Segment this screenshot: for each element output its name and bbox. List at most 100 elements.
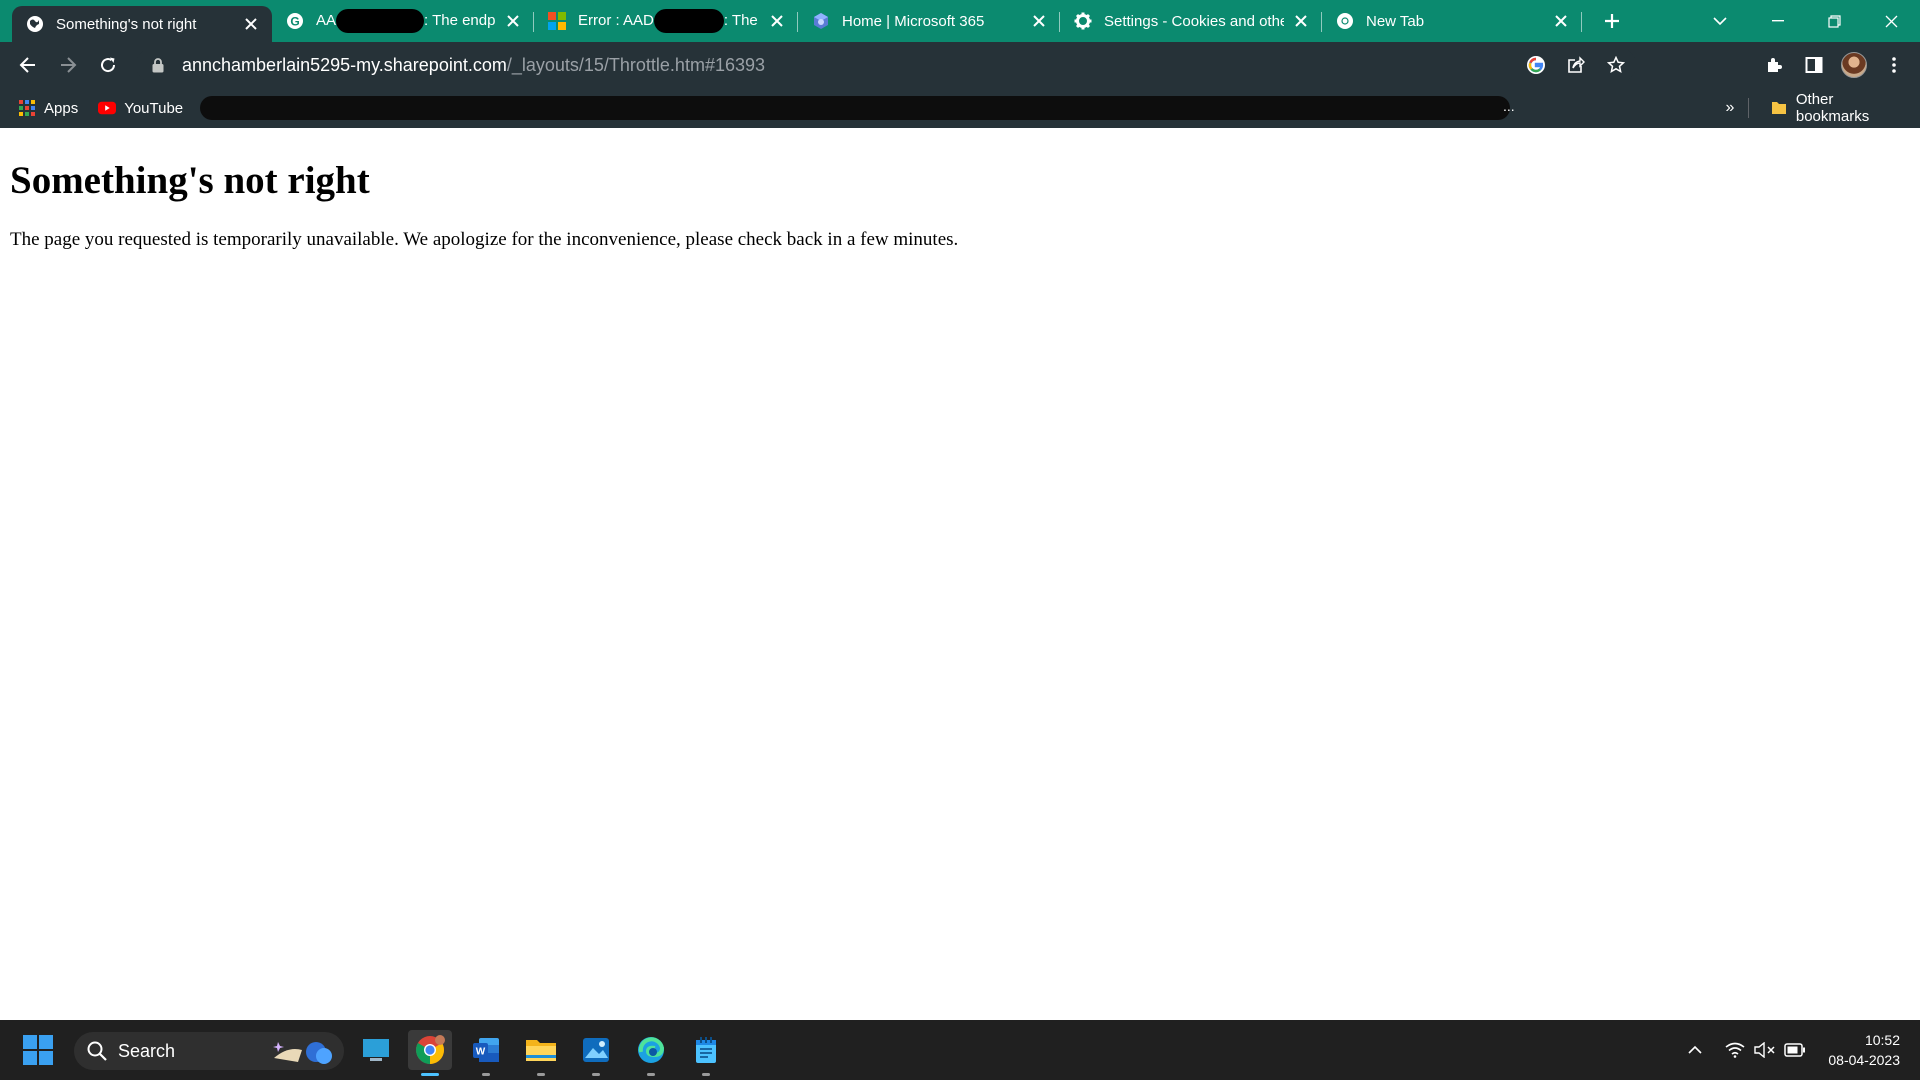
extensions-button[interactable] (1754, 42, 1794, 88)
menu-button[interactable] (1874, 42, 1914, 88)
tab-title: Home | Microsoft 365 (842, 12, 985, 30)
close-icon[interactable] (1292, 12, 1310, 30)
chevron-down-icon (1713, 17, 1727, 26)
share-button[interactable] (1556, 47, 1596, 83)
bookmark-apps[interactable]: Apps (0, 88, 88, 128)
reload-button[interactable] (88, 45, 128, 85)
tab-title-suffix: : The (723, 11, 758, 29)
kebab-menu-icon (1892, 57, 1896, 73)
clock-date: 08-04-2023 (1828, 1052, 1900, 1068)
taskbar-edge[interactable] (629, 1030, 673, 1076)
close-window-button[interactable] (1863, 0, 1920, 42)
redacted-bookmarks (200, 96, 1510, 120)
edge-icon (638, 1037, 665, 1063)
bookmark-label: Apps (44, 99, 79, 117)
restore-icon (1828, 14, 1841, 28)
taskbar-photos[interactable] (574, 1030, 618, 1076)
error-message: The page you requested is temporarily un… (10, 229, 959, 250)
taskbar-chrome[interactable] (408, 1030, 452, 1076)
apps-grid-icon (18, 99, 36, 117)
bookmark-label: YouTube (124, 99, 184, 117)
redaction-mark (336, 9, 425, 33)
side-panel-button[interactable] (1794, 42, 1834, 88)
url-text[interactable]: annchamberlain5295-my.sharepoint.com/_la… (182, 55, 765, 76)
tab-error-aad[interactable]: Error : AAD: The (534, 0, 798, 42)
taskbar: Search W 10:52 08-04-2023 (0, 1020, 1920, 1080)
profile-button[interactable] (1834, 42, 1874, 88)
google-lens-button[interactable] (1516, 47, 1556, 83)
chevron-up-icon (1688, 1045, 1702, 1054)
close-icon[interactable] (242, 15, 260, 33)
tab-home-microsoft-365[interactable]: Home | Microsoft 365 (798, 0, 1060, 42)
taskbar-file-explorer[interactable] (519, 1030, 563, 1076)
side-panel-icon (1805, 57, 1823, 73)
url-path: /_layouts/15/Throttle.htm#16393 (506, 54, 766, 75)
start-button[interactable] (18, 1030, 58, 1070)
show-hidden-icons-button[interactable] (1680, 1035, 1710, 1065)
bookmark-label: Other bookmarks (1795, 91, 1870, 125)
redaction-mark (653, 9, 724, 33)
svg-text:G: G (290, 15, 299, 29)
arrow-left-icon (19, 57, 35, 73)
tab-aad-endpoint[interactable]: G AA: The endpo (272, 0, 534, 42)
puzzle-icon (1768, 58, 1782, 72)
bookmarks-divider (1748, 98, 1749, 118)
tab-title: Something's not right (56, 15, 197, 33)
running-indicator (482, 1073, 490, 1076)
chrome-icon (416, 1035, 445, 1064)
close-icon[interactable] (1552, 12, 1570, 30)
toolbar-actions (1754, 42, 1920, 88)
tab-title: Settings - Cookies and othe (1104, 12, 1284, 30)
reload-icon (101, 57, 116, 73)
tab-strip: Something's not right G AA: The endpo Er… (0, 0, 1920, 42)
running-indicator (592, 1073, 600, 1076)
wifi-button[interactable] (1720, 1035, 1750, 1065)
windows-logo-icon (23, 1035, 53, 1065)
star-icon (1607, 56, 1625, 74)
new-tab-button[interactable] (1590, 0, 1634, 42)
bookmarks-overflow-button[interactable]: » (1718, 88, 1742, 128)
clock-time: 10:52 (1864, 1032, 1900, 1048)
page-content: Something's not right The page you reque… (0, 128, 1920, 1020)
bookmark-other-bookmarks[interactable]: Other bookmarks (1760, 88, 1920, 128)
taskbar-notepad[interactable] (684, 1030, 728, 1076)
clock[interactable]: 10:52 08-04-2023 (1828, 1030, 1900, 1070)
battery-icon (1784, 1043, 1806, 1057)
tab-search-button[interactable] (1700, 0, 1740, 42)
close-icon (1885, 15, 1898, 27)
volume-button[interactable] (1750, 1035, 1780, 1065)
tab-title: New Tab (1366, 12, 1425, 30)
photos-icon (583, 1038, 609, 1062)
tab-something-not-right[interactable]: Something's not right (12, 6, 272, 42)
forward-button[interactable] (48, 45, 88, 85)
bookmark-youtube[interactable]: YouTube (88, 88, 193, 128)
back-button[interactable] (8, 45, 48, 85)
volume-muted-icon (1754, 1042, 1775, 1058)
url-host: annchamberlain5295-my.sharepoint.com (182, 54, 507, 75)
address-bar[interactable]: annchamberlain5295-my.sharepoint.com/_la… (136, 47, 1636, 83)
microsoft-logo-icon (548, 12, 566, 30)
bookmark-star-button[interactable] (1596, 47, 1636, 83)
search-icon (86, 1040, 108, 1062)
desktop-icon (363, 1039, 389, 1061)
running-indicator (702, 1073, 710, 1076)
close-icon[interactable] (504, 12, 522, 30)
tab-settings-cookies[interactable]: Settings - Cookies and othe (1060, 0, 1322, 42)
battery-button[interactable] (1780, 1035, 1810, 1065)
search-highlight-icon (273, 1042, 332, 1064)
svg-text:W: W (476, 1047, 486, 1058)
restore-button[interactable] (1806, 0, 1863, 42)
tab-title-suffix: : The endpo (424, 11, 496, 29)
wifi-icon (1725, 1042, 1745, 1058)
tab-new-tab[interactable]: New Tab (1322, 0, 1582, 42)
close-icon[interactable] (768, 12, 786, 30)
taskbar-search[interactable]: Search (74, 1032, 344, 1070)
bookmark-ellipsis: ... (1503, 98, 1515, 114)
running-indicator (537, 1073, 545, 1076)
lock-icon[interactable] (152, 57, 168, 73)
taskbar-desktop[interactable] (354, 1030, 398, 1070)
folder-icon (1770, 99, 1788, 117)
minimize-button[interactable] (1749, 0, 1806, 42)
taskbar-word[interactable]: W (464, 1030, 508, 1076)
close-icon[interactable] (1030, 12, 1048, 30)
